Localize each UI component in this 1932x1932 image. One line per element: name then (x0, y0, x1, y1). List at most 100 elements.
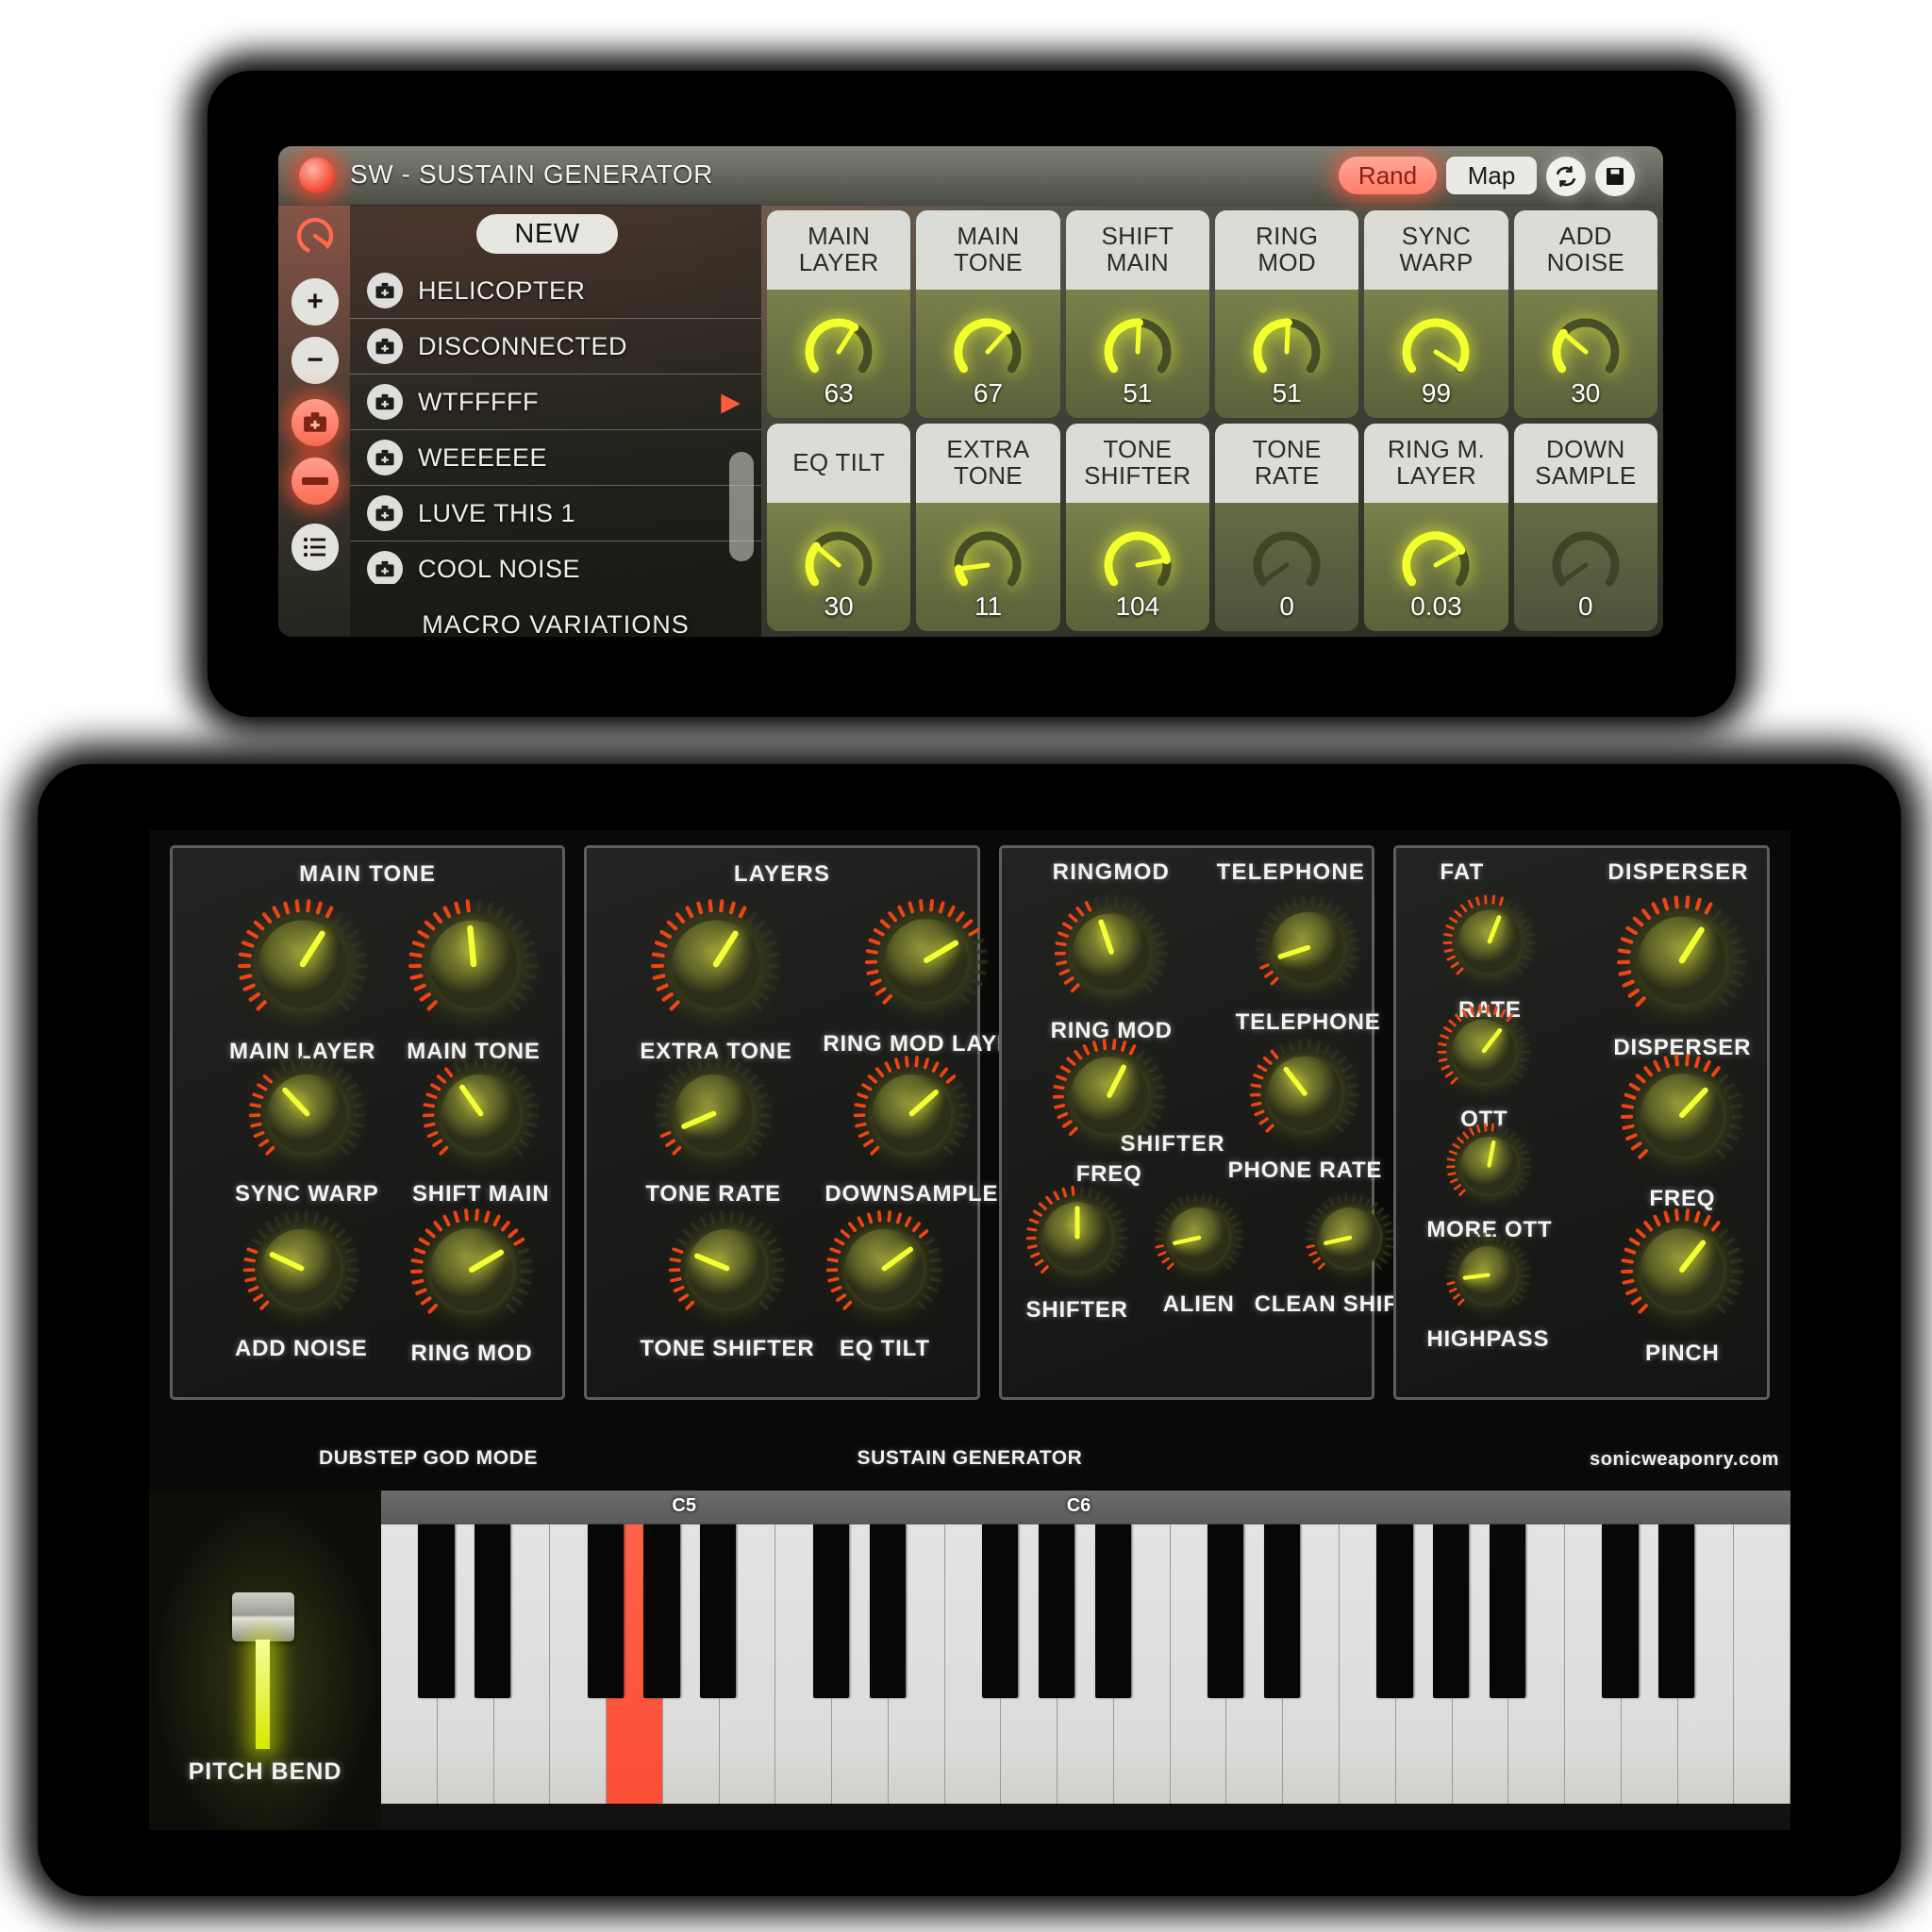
macro-slot[interactable]: EQ TILT 30 (767, 424, 911, 631)
black-key[interactable] (1094, 1524, 1131, 1698)
rotary-knob[interactable] (1619, 1052, 1745, 1178)
rotary-knob[interactable] (407, 897, 541, 1031)
piano-keyboard[interactable]: C5 C6 (381, 1491, 1790, 1804)
black-key[interactable] (700, 1524, 737, 1698)
preset-play-icon[interactable]: ▶ (721, 388, 741, 417)
knob-control[interactable]: EQ TILT (824, 1208, 944, 1362)
macro-slot[interactable]: EXTRA TONE 11 (916, 424, 1060, 631)
black-key[interactable] (643, 1524, 680, 1698)
knob-control[interactable]: PHONE RATE (1228, 1037, 1383, 1184)
new-preset-button[interactable]: NEW (476, 214, 618, 254)
black-key[interactable] (869, 1524, 906, 1698)
knob-control[interactable]: DOWNSAMPLE (824, 1054, 998, 1208)
list-icon[interactable] (291, 524, 339, 571)
rotary-knob[interactable] (1444, 1231, 1532, 1319)
white-key[interactable] (1734, 1524, 1790, 1804)
black-key[interactable] (1658, 1524, 1695, 1698)
preset-row[interactable]: DISCONNECTED (350, 319, 761, 375)
macro-slot[interactable]: ADD NOISE 30 (1513, 210, 1657, 418)
knob-control[interactable]: OTT (1436, 1003, 1532, 1133)
rotary-knob[interactable] (1051, 1037, 1168, 1154)
knob-control[interactable]: TONE RATE (645, 1054, 781, 1208)
knob-control[interactable]: EXTRA TONE (640, 897, 791, 1065)
preset-row[interactable]: LUVE THIS 1 (350, 486, 761, 541)
rotary-knob[interactable] (654, 1054, 774, 1174)
macro-slot[interactable]: RING M. LAYER 0.03 (1364, 424, 1508, 631)
macro-slot[interactable]: DOWN SAMPLE 0 (1513, 424, 1657, 631)
black-key[interactable] (587, 1524, 624, 1698)
black-key[interactable] (475, 1524, 511, 1698)
rotary-knob[interactable] (824, 1208, 944, 1328)
knob-control[interactable]: TELEPHONE (1236, 893, 1381, 1036)
macro-slot[interactable]: TONE SHIFTER 104 (1065, 424, 1209, 631)
knob-control[interactable]: HIGHPASS (1426, 1231, 1549, 1353)
macro-slot[interactable]: MAIN LAYER 63 (767, 210, 911, 418)
preset-row[interactable]: WEEEEEE (350, 430, 761, 486)
black-key[interactable] (1208, 1524, 1244, 1698)
rotary-knob[interactable] (1053, 893, 1170, 1010)
black-key[interactable] (1489, 1524, 1526, 1698)
macro-slot[interactable]: MAIN TONE 67 (916, 210, 1060, 418)
rotary-knob[interactable] (236, 897, 370, 1031)
knob-icon[interactable] (291, 212, 339, 259)
preset-row[interactable]: WTFFFFF ▶ (350, 375, 761, 430)
knob-control[interactable]: MORE OTT (1426, 1122, 1552, 1243)
knob-control[interactable]: MAIN LAYER (229, 897, 375, 1065)
power-led-icon[interactable] (299, 158, 335, 193)
rotary-knob[interactable] (408, 1207, 535, 1333)
black-key[interactable] (1263, 1524, 1301, 1698)
black-key[interactable] (418, 1524, 455, 1698)
black-key[interactable] (1602, 1524, 1639, 1698)
preset-row[interactable]: COOL NOISE (350, 541, 761, 584)
black-key[interactable] (1433, 1524, 1470, 1698)
knob-control[interactable]: RING MOD (1051, 893, 1173, 1044)
rotary-knob[interactable] (1153, 1191, 1245, 1284)
knob-control[interactable]: FREQ (1051, 1037, 1168, 1188)
preset-list-scrollbar[interactable] (729, 452, 754, 561)
preset-list[interactable]: HELICOPTER DISCONNECTED WTFFFFF ▶ WEEEEEE LUV… (350, 263, 761, 584)
knob-control[interactable]: RING MOD (408, 1207, 535, 1367)
knob-control[interactable]: SYNC WARP (235, 1054, 379, 1208)
rotary-knob[interactable] (242, 1208, 361, 1328)
pitch-bend-handle[interactable] (232, 1592, 294, 1641)
black-key[interactable] (1038, 1524, 1075, 1698)
rotary-knob[interactable] (852, 1054, 972, 1174)
rotary-knob[interactable] (1254, 893, 1362, 1002)
rotary-knob[interactable] (421, 1054, 541, 1174)
black-key[interactable] (1376, 1524, 1413, 1698)
add-icon[interactable]: + (291, 278, 339, 325)
knob-control[interactable]: SHIFT MAIN (412, 1054, 549, 1208)
save-icon[interactable] (1595, 157, 1635, 196)
black-key[interactable] (982, 1524, 1019, 1698)
delete-preset-icon[interactable] (291, 458, 339, 505)
rotary-knob[interactable] (1024, 1184, 1130, 1290)
black-key[interactable] (812, 1524, 849, 1698)
macro-slot[interactable]: TONE RATE 0 (1214, 424, 1359, 631)
rotary-knob[interactable] (1445, 1122, 1533, 1209)
rotary-knob[interactable] (1436, 1003, 1532, 1099)
rand-button[interactable]: Rand (1339, 157, 1437, 194)
refresh-icon[interactable] (1546, 157, 1586, 196)
macro-slot[interactable]: RING MOD 51 (1214, 210, 1359, 418)
macro-slot[interactable]: SYNC WARP 99 (1364, 210, 1508, 418)
rotary-knob[interactable] (863, 897, 990, 1024)
rotary-knob[interactable] (1248, 1037, 1361, 1150)
knob-control[interactable]: TONE SHIFTER (640, 1208, 814, 1362)
knob-control[interactable]: PINCH (1619, 1207, 1745, 1367)
knob-control[interactable]: MAIN TONE (407, 897, 541, 1065)
rotary-knob[interactable] (1441, 893, 1538, 990)
knob-control[interactable]: DISPERSER (1613, 893, 1751, 1061)
knob-control[interactable]: SHIFTER (1024, 1184, 1130, 1324)
remove-icon[interactable]: − (291, 337, 339, 384)
preset-row[interactable]: HELICOPTER (350, 263, 761, 319)
knob-control[interactable]: ALIEN (1153, 1191, 1245, 1318)
macro-slot[interactable]: SHIFT MAIN 51 (1065, 210, 1209, 418)
knob-control[interactable]: FREQ (1619, 1052, 1745, 1212)
add-preset-icon[interactable] (291, 399, 339, 446)
knob-control[interactable]: ADD NOISE (235, 1208, 368, 1362)
rotary-knob[interactable] (649, 897, 783, 1031)
rotary-knob[interactable] (1304, 1191, 1396, 1284)
rotary-knob[interactable] (247, 1054, 367, 1174)
map-button[interactable]: Map (1446, 157, 1537, 194)
rotary-knob[interactable] (1619, 1207, 1745, 1333)
